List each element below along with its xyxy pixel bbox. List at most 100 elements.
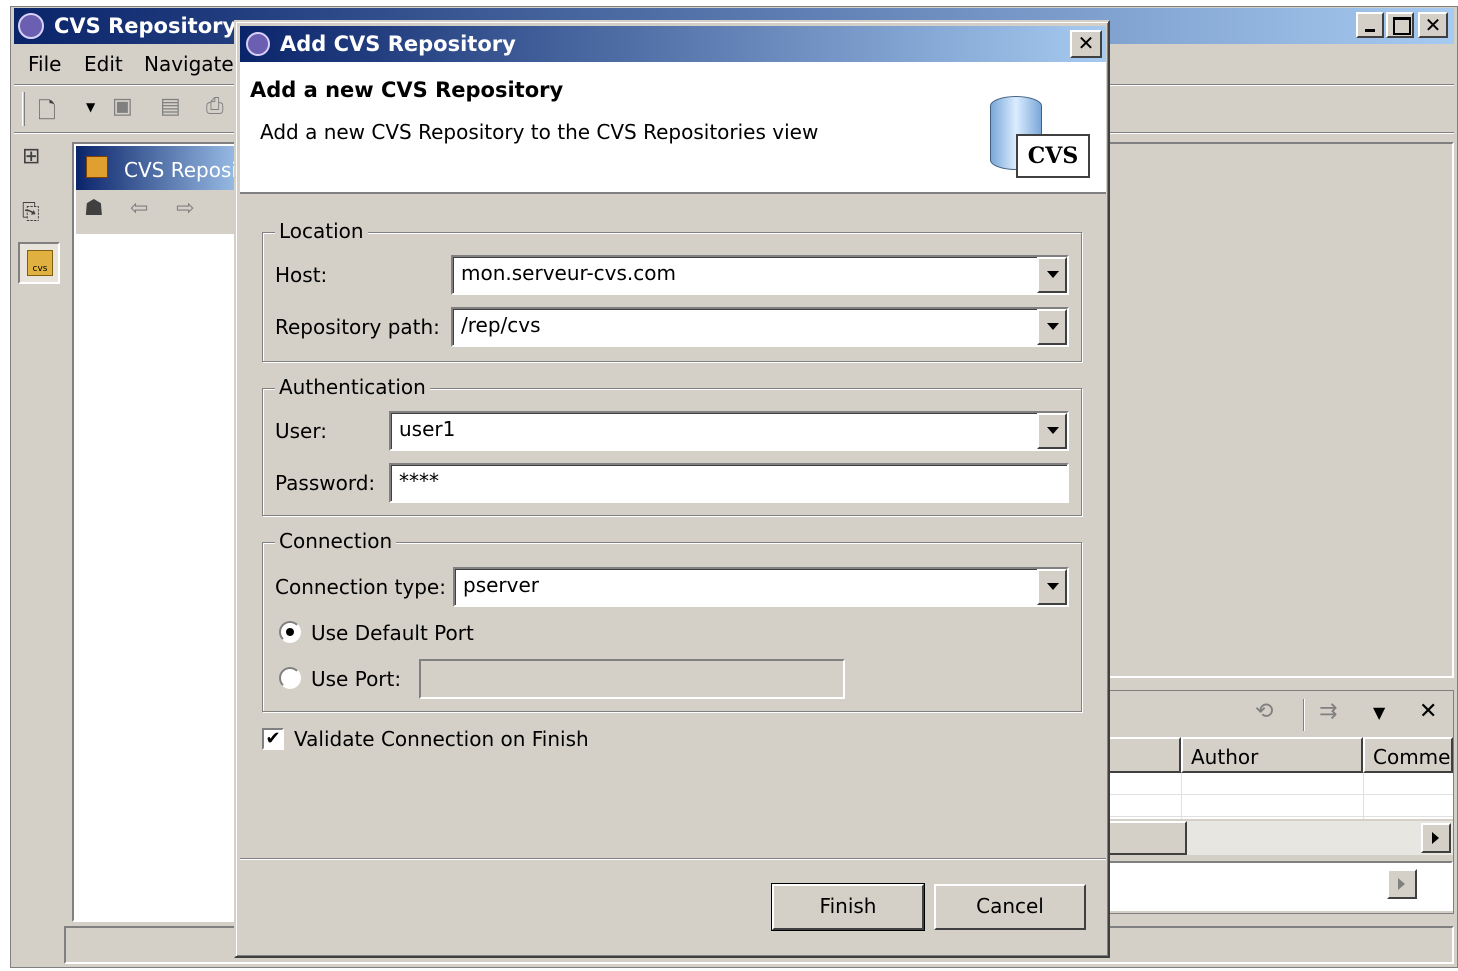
view-tab-header: CVS Reposi <box>76 146 252 190</box>
connection-type-label: Connection type: <box>275 575 446 599</box>
connection-legend: Connection <box>275 529 397 553</box>
close-view-icon[interactable]: ✕ <box>1419 699 1437 724</box>
path-dropdown-icon[interactable] <box>1037 309 1067 345</box>
host-dropdown-icon[interactable] <box>1037 257 1067 293</box>
minimize-button[interactable] <box>1356 12 1384 38</box>
column-header-author[interactable]: Author <box>1181 737 1363 773</box>
home-icon[interactable]: ☗ <box>84 196 104 221</box>
connection-type-dropdown-icon[interactable] <box>1037 569 1067 605</box>
finish-button[interactable]: Finish <box>771 883 925 931</box>
password-label: Password: <box>275 471 376 495</box>
dialog-close-button[interactable]: ✕ <box>1070 30 1102 58</box>
user-label: User: <box>275 419 327 443</box>
host-combo[interactable]: mon.serveur-cvs.com <box>451 255 1069 295</box>
cvs-logo-box: CVS <box>1016 134 1090 178</box>
forward-arrow-icon[interactable]: ⇨ <box>176 196 194 221</box>
dialog-title-bar: Add CVS Repository ✕ <box>240 26 1106 62</box>
repository-path-value: /rep/cvs <box>461 313 541 337</box>
table-row[interactable] <box>1107 773 1453 795</box>
open-perspective-icon[interactable]: ⊞ <box>22 144 40 169</box>
shortcut-bar: ⊞ ⎘ cvs <box>14 138 64 964</box>
dialog-header: Add a new CVS Repository Add a new CVS R… <box>240 62 1106 194</box>
eclipse-icon <box>18 13 44 39</box>
validate-connection-label[interactable]: Validate Connection on Finish <box>294 727 589 751</box>
editor-area <box>1104 142 1454 678</box>
add-cvs-repository-dialog: Add CVS Repository ✕ Add a new CVS Repos… <box>234 20 1110 958</box>
port-field[interactable] <box>419 659 845 699</box>
toolbar-grip <box>22 92 25 126</box>
history-table: Author Commen <box>1107 737 1453 819</box>
authentication-group: Authentication User: user1 Password: ***… <box>262 375 1082 516</box>
close-icon: ✕ <box>1424 13 1442 37</box>
dialog-title: Add CVS Repository <box>280 32 516 56</box>
table-row[interactable] <box>1107 795 1453 817</box>
column-divider <box>1181 773 1182 819</box>
connection-group: Connection Connection type: pserver Use … <box>262 529 1082 712</box>
cvs-perspective-icon: cvs <box>27 250 53 276</box>
user-combo[interactable]: user1 <box>389 411 1069 451</box>
horizontal-scrollbar[interactable] <box>1107 821 1453 855</box>
password-value: **** <box>399 469 439 493</box>
repository-path-label: Repository path: <box>275 315 440 339</box>
save-all-icon[interactable]: ▤ <box>160 94 181 119</box>
cvs-perspective-button[interactable]: cvs <box>18 242 60 284</box>
connection-type-combo[interactable]: pserver <box>453 567 1069 607</box>
password-field[interactable]: **** <box>389 463 1069 503</box>
column-divider <box>1363 773 1364 819</box>
menu-edit[interactable]: Edit <box>84 52 123 76</box>
button-bar-separator <box>240 858 1106 860</box>
view-tab-title[interactable]: CVS Reposi <box>124 158 237 182</box>
scroll-right-icon <box>1432 832 1439 844</box>
maximize-icon <box>1393 17 1411 35</box>
column-header-comment[interactable]: Commen <box>1363 737 1453 773</box>
eclipse-icon <box>246 32 270 56</box>
history-view: ⟲ ⇉ ▼ ✕ Author Commen <box>1104 690 1454 914</box>
validate-connection-checkbox[interactable]: ✔ <box>262 728 284 750</box>
cancel-button[interactable]: Cancel <box>934 884 1086 930</box>
table-header-blank <box>1107 737 1181 773</box>
scroll-right-button[interactable] <box>1421 823 1451 853</box>
save-icon[interactable]: ▣ <box>112 94 133 119</box>
connection-type-value: pserver <box>463 573 540 597</box>
close-icon: ✕ <box>1077 31 1095 55</box>
host-value: mon.serveur-cvs.com <box>461 261 676 285</box>
minimize-icon <box>1365 29 1375 32</box>
view-toolbar: ☗ ⇦ ⇨ <box>76 190 252 234</box>
scroll-right-icon <box>1398 878 1405 890</box>
cvs-repositories-view: CVS Reposi ☗ ⇦ ⇨ <box>72 142 252 922</box>
print-icon[interactable]: ⎙ <box>206 94 224 119</box>
resource-perspective-icon[interactable]: ⎘ <box>22 200 40 225</box>
location-group: Location Host: mon.serveur-cvs.com Repos… <box>262 219 1082 362</box>
use-default-port-label[interactable]: Use Default Port <box>311 621 474 645</box>
maximize-button[interactable] <box>1386 12 1414 38</box>
back-arrow-icon[interactable]: ⇦ <box>130 196 148 221</box>
menu-navigate[interactable]: Navigate <box>144 52 234 76</box>
location-legend: Location <box>275 219 368 243</box>
use-port-radio[interactable] <box>279 667 301 689</box>
comment-scroll-button[interactable] <box>1387 869 1417 899</box>
link-editor-icon[interactable]: ⇉ <box>1319 699 1337 724</box>
use-port-label[interactable]: Use Port: <box>311 667 401 691</box>
dropdown-arrow-icon[interactable]: ▼ <box>86 100 95 114</box>
main-window-title: CVS Repository <box>54 14 237 38</box>
toolbar: 🗋 ▼ ▣ ▤ ⎙ <box>14 88 244 132</box>
host-label: Host: <box>275 263 328 287</box>
user-dropdown-icon[interactable] <box>1037 413 1067 449</box>
menu-file[interactable]: File <box>28 52 61 76</box>
history-toolbar-sep <box>1303 699 1305 731</box>
repository-path-combo[interactable]: /rep/cvs <box>451 307 1069 347</box>
header-title: Add a new CVS Repository <box>250 78 564 102</box>
user-value: user1 <box>399 417 456 441</box>
close-main-button[interactable]: ✕ <box>1418 12 1448 38</box>
header-description: Add a new CVS Repository to the CVS Repo… <box>260 120 819 144</box>
authentication-legend: Authentication <box>275 375 430 399</box>
scrollbar-thumb[interactable] <box>1107 821 1187 855</box>
comment-pane <box>1107 861 1453 911</box>
new-wizard-icon[interactable]: 🗋 <box>38 94 56 132</box>
cvs-logo: CVS <box>980 92 1100 184</box>
view-menu-icon[interactable]: ▼ <box>1373 703 1385 722</box>
cvs-logo-text: CVS <box>1027 143 1079 169</box>
cvs-repo-view-icon <box>86 156 108 178</box>
refresh-icon[interactable]: ⟲ <box>1255 699 1273 724</box>
use-default-port-radio[interactable] <box>279 621 301 643</box>
